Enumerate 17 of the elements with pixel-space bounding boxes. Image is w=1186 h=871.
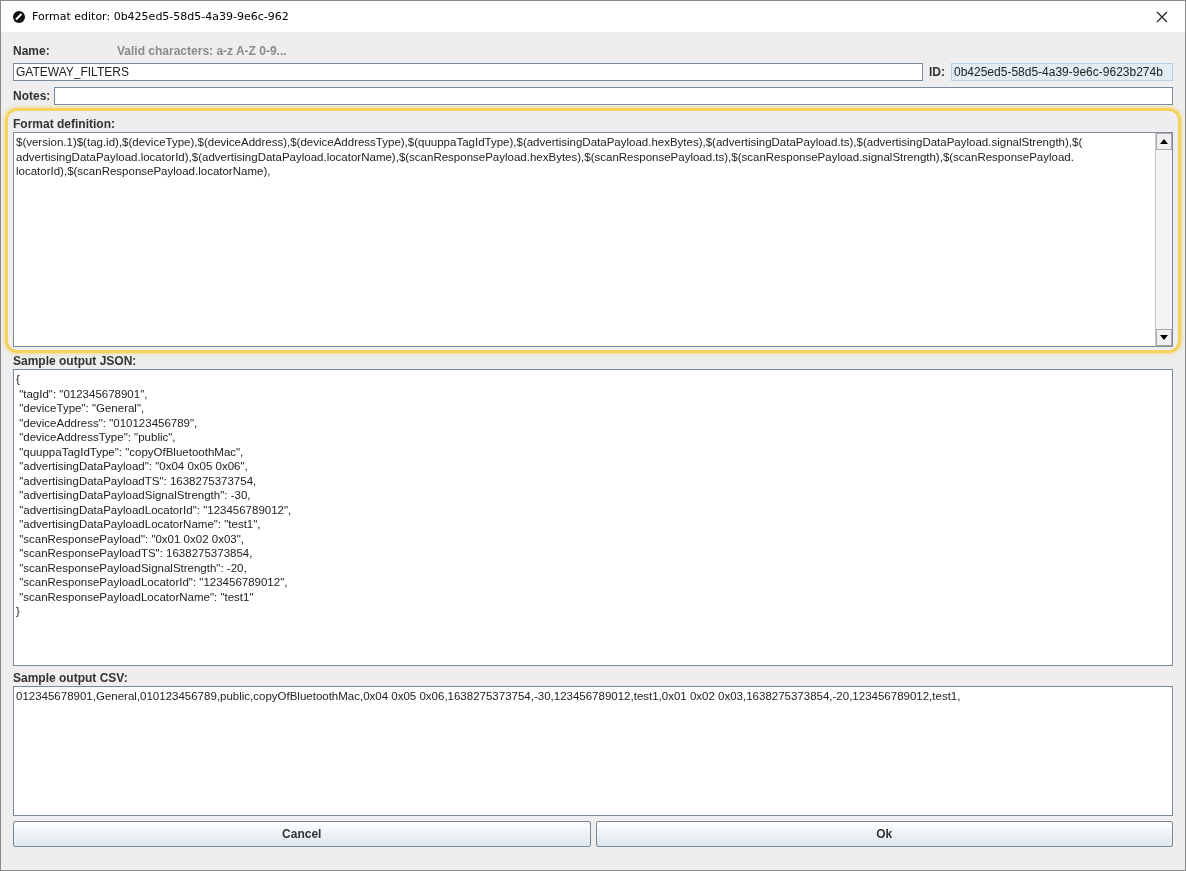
sample-json-field[interactable]: { "tagId": "012345678901", "deviceType": "General", "deviceAddress": "010123456789", "deviceAddressType": "public", "quuppaTagIdType": "copyOfBluetoothMac", "advertisingDataPayload": "0x04 0x05 0x06", "advertisingDataPayloadTS": 1638275373754, "advertisingDataPayloadSignalStrength": -30, "advertisingDataPayloadLocatorId": "123456789012", "advertisingDataPayloadLocatorName": "test1", "scanResponsePayload": "0x01 0x02 0x03", "scanResponsePayloadTS": 1638275373854, "scanResponsePayloadSignalStrength": -20, "scanResponsePayloadLocatorId": "123456789012", "scanResponsePayloadLocatorName": "test1" } (13, 369, 1173, 666)
ok-button[interactable]: Ok (595, 821, 1173, 847)
close-icon (1156, 10, 1168, 23)
sample-csv-field[interactable]: 012345678901,General,010123456789,public,copyOfBluetoothMac,0x04 0x05 0x06,1638275373754,-30,123456789012,test1,0x01 0x02 0x03,1638275373854,-20,123456789012,test1, (13, 686, 1173, 816)
notes-label: Notes: (13, 89, 51, 103)
cancel-button[interactable]: Cancel (13, 821, 591, 847)
name-field[interactable]: GATEWAY_FILTERS (13, 63, 923, 81)
name-label: Name: (13, 44, 51, 58)
notes-field[interactable] (54, 87, 1173, 105)
sample-json-label: Sample output JSON: (13, 353, 138, 369)
id-label: ID: (929, 65, 945, 79)
window-title: Format editor: 0b425ed5-58d5-4a39-9e6c-962 (32, 10, 290, 23)
id-field: 0b425ed5-58d5-4a39-9e6c-9623b274b (951, 63, 1173, 81)
sample-csv-label: Sample output CSV: (13, 670, 129, 686)
format-definition-label: Format definition: (13, 116, 116, 132)
name-hint: Valid characters: a-z A-Z 0-9... (117, 44, 287, 58)
app-icon (13, 10, 25, 23)
